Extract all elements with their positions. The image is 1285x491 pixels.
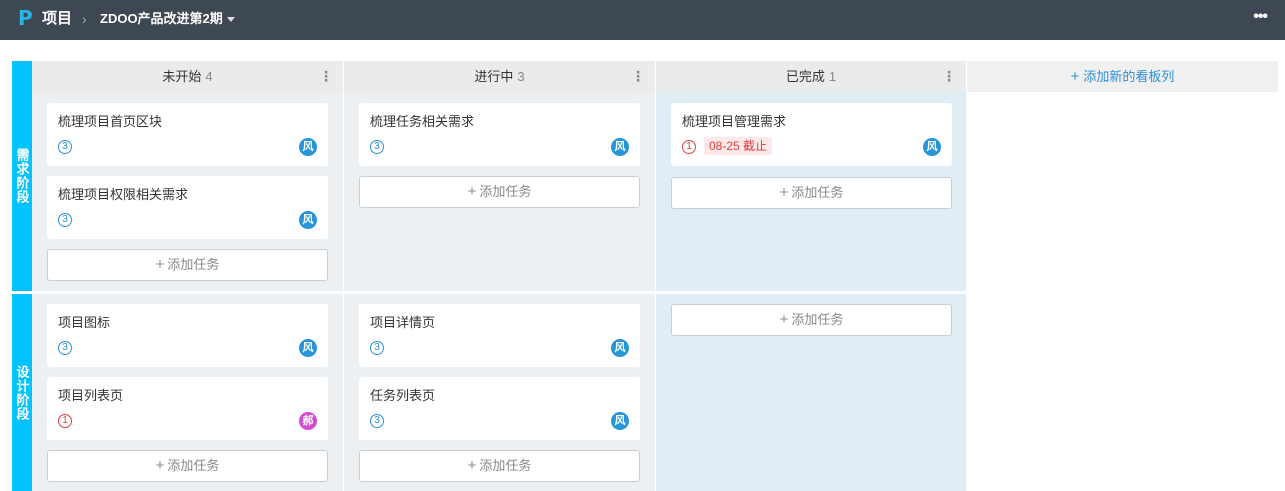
plus-icon: + bbox=[467, 457, 477, 474]
more-menu-icon[interactable]: ••• bbox=[1253, 9, 1268, 25]
priority-badge: 3 bbox=[58, 213, 72, 227]
column-title: 未开始 bbox=[162, 69, 202, 84]
task-card[interactable]: 项目图标 3 风 bbox=[47, 304, 328, 367]
add-task-label: 添加任务 bbox=[167, 458, 220, 473]
add-task-button[interactable]: + 添加任务 bbox=[671, 304, 952, 336]
project-name: ZDOO产品改进第2期 bbox=[100, 11, 223, 26]
add-task-label: 添加任务 bbox=[791, 185, 844, 200]
priority-badge: 3 bbox=[370, 414, 384, 428]
column-count: 1 bbox=[828, 69, 837, 84]
column-title: 已完成 bbox=[785, 69, 825, 84]
add-task-label: 添加任务 bbox=[479, 458, 532, 473]
plus-icon: + bbox=[779, 184, 789, 201]
task-title: 梳理项目管理需求 bbox=[682, 114, 787, 129]
column-header-doing: 进行中 3 ⋮ bbox=[344, 61, 655, 92]
task-title: 项目详情页 bbox=[370, 315, 436, 330]
task-title: 梳理任务相关需求 bbox=[370, 114, 475, 129]
task-title: 项目图标 bbox=[58, 315, 111, 330]
assignee-avatar[interactable]: 风 bbox=[923, 138, 941, 156]
column-menu-icon[interactable]: ⋮ bbox=[631, 61, 645, 92]
priority-badge: 3 bbox=[58, 341, 72, 355]
task-title: 梳理项目首页区块 bbox=[58, 114, 163, 129]
task-card[interactable]: 梳理项目管理需求 1 08-25 截止 风 bbox=[671, 103, 952, 166]
column-title: 进行中 bbox=[474, 69, 514, 84]
add-column-button[interactable]: + 添加新的看板列 bbox=[967, 61, 1278, 92]
deadline-badge: 08-25 截止 bbox=[704, 137, 773, 155]
plus-icon: + bbox=[779, 311, 789, 328]
assignee-avatar[interactable]: 风 bbox=[611, 138, 629, 156]
column-count: 4 bbox=[205, 69, 213, 84]
task-card[interactable]: 任务列表页 3 风 bbox=[359, 377, 640, 440]
column-menu-icon[interactable]: ⋮ bbox=[942, 61, 956, 92]
column-menu-icon[interactable]: ⋮ bbox=[319, 61, 333, 92]
nav-title[interactable]: 项目 bbox=[42, 10, 72, 28]
plus-icon: + bbox=[467, 183, 477, 200]
plus-icon: + bbox=[155, 457, 165, 474]
task-card[interactable]: 梳理项目权限相关需求 3 风 bbox=[47, 176, 328, 239]
task-card[interactable]: 梳理任务相关需求 3 风 bbox=[359, 103, 640, 166]
assignee-avatar[interactable]: 风 bbox=[299, 211, 317, 229]
lane-label-requirements: 需求阶段 bbox=[12, 61, 32, 291]
task-title: 任务列表页 bbox=[370, 388, 436, 403]
add-task-label: 添加任务 bbox=[791, 312, 844, 327]
add-task-button[interactable]: + 添加任务 bbox=[359, 176, 640, 208]
column-count: 3 bbox=[517, 69, 525, 84]
add-task-button[interactable]: + 添加任务 bbox=[359, 450, 640, 482]
add-task-button[interactable]: + 添加任务 bbox=[671, 177, 952, 209]
priority-badge: 3 bbox=[370, 140, 384, 154]
plus-icon: + bbox=[155, 256, 165, 273]
assignee-avatar[interactable]: 风 bbox=[299, 138, 317, 156]
breadcrumb-chevron-icon: › bbox=[82, 11, 87, 27]
project-switcher[interactable]: ZDOO产品改进第2期 bbox=[100, 10, 235, 28]
add-task-button[interactable]: + 添加任务 bbox=[47, 249, 328, 281]
task-title: 项目列表页 bbox=[58, 388, 124, 403]
top-navbar: P 项目 › ZDOO产品改进第2期 ••• bbox=[0, 0, 1285, 40]
assignee-avatar[interactable]: 风 bbox=[611, 339, 629, 357]
priority-badge: 3 bbox=[58, 140, 72, 154]
task-card[interactable]: 项目详情页 3 风 bbox=[359, 304, 640, 367]
assignee-avatar[interactable]: 郝 bbox=[299, 412, 317, 430]
add-task-label: 添加任务 bbox=[479, 184, 532, 199]
column-header-done: 已完成 1 ⋮ bbox=[656, 61, 966, 92]
priority-badge: 1 bbox=[58, 414, 72, 428]
priority-badge: 1 bbox=[682, 140, 696, 154]
plus-icon: + bbox=[1070, 68, 1080, 85]
chevron-down-icon bbox=[226, 17, 235, 23]
task-card[interactable]: 项目列表页 1 郝 bbox=[47, 377, 328, 440]
add-task-label: 添加任务 bbox=[167, 257, 220, 272]
priority-badge: 3 bbox=[370, 341, 384, 355]
add-task-button[interactable]: + 添加任务 bbox=[47, 450, 328, 482]
lane-label-design: 设计阶段 bbox=[12, 294, 32, 491]
column-header-todo: 未开始 4 ⋮ bbox=[32, 61, 343, 92]
app-logo-icon[interactable]: P bbox=[18, 8, 33, 28]
add-column-label: 添加新的看板列 bbox=[1083, 69, 1175, 84]
assignee-avatar[interactable]: 风 bbox=[299, 339, 317, 357]
task-card[interactable]: 梳理项目首页区块 3 风 bbox=[47, 103, 328, 166]
assignee-avatar[interactable]: 风 bbox=[611, 412, 629, 430]
task-title: 梳理项目权限相关需求 bbox=[58, 187, 189, 202]
